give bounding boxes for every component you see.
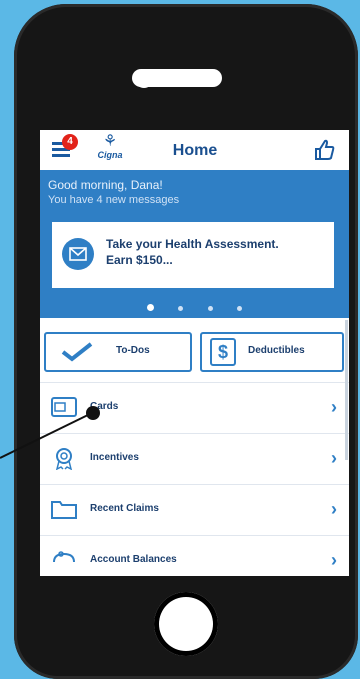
promo-line-1: Take your Health Assessment. bbox=[106, 237, 279, 251]
phone-sensor bbox=[136, 74, 152, 88]
messages-link[interactable]: You have 4 new messages bbox=[48, 194, 179, 206]
card-icon bbox=[51, 397, 77, 417]
quick-actions: To-Dos $ Deductibles bbox=[40, 326, 349, 376]
welcome-banner: Good morning, Dana! You have 4 new messa… bbox=[40, 170, 349, 318]
check-icon bbox=[61, 342, 93, 362]
app-screen: 4 ⚘ Cigna Home Good morning, Dana! You h… bbox=[40, 130, 349, 576]
scrollbar[interactable] bbox=[345, 320, 348, 460]
chevron-right-icon: › bbox=[331, 550, 337, 570]
list-item-label: Incentives bbox=[90, 452, 139, 463]
list-item-label: Cards bbox=[90, 401, 119, 412]
thumbs-up-icon[interactable] bbox=[313, 138, 335, 162]
cigna-logo: ⚘ Cigna bbox=[92, 134, 128, 166]
list-item-label: Recent Claims bbox=[90, 503, 159, 514]
folder-icon bbox=[51, 501, 77, 519]
ribbon-icon bbox=[55, 448, 73, 470]
menu-list: Cards › Incentives › Recent Claims › Acc… bbox=[40, 382, 349, 576]
list-item-account-balances[interactable]: Account Balances › bbox=[40, 535, 349, 576]
dollar-icon: $ bbox=[210, 338, 236, 366]
chevron-right-icon: › bbox=[331, 397, 337, 417]
deductibles-button[interactable]: $ Deductibles bbox=[200, 332, 344, 372]
todos-button[interactable]: To-Dos bbox=[44, 332, 192, 372]
promo-text: Take your Health Assessment. Earn $150..… bbox=[106, 236, 326, 268]
piggy-icon bbox=[53, 551, 75, 563]
list-item-label: Account Balances bbox=[90, 554, 177, 565]
todos-label: To-Dos bbox=[116, 345, 150, 356]
top-bar: 4 ⚘ Cigna Home bbox=[40, 130, 349, 170]
phone-frame: 4 ⚘ Cigna Home Good morning, Dana! You h… bbox=[14, 4, 358, 679]
notification-badge: 4 bbox=[62, 134, 78, 150]
deductibles-label: Deductibles bbox=[248, 345, 305, 356]
carousel-dot[interactable] bbox=[146, 304, 154, 311]
page-title: Home bbox=[172, 142, 218, 159]
home-button[interactable] bbox=[154, 592, 218, 656]
greeting-text: Good morning, Dana! bbox=[48, 178, 163, 192]
chevron-right-icon: › bbox=[331, 448, 337, 468]
promo-line-2: Earn $150... bbox=[106, 253, 173, 267]
carousel-dot[interactable] bbox=[207, 306, 213, 311]
tree-icon: ⚘ bbox=[102, 133, 118, 150]
brand-name: Cigna bbox=[97, 150, 123, 160]
chevron-right-icon: › bbox=[331, 499, 337, 519]
carousel-dot[interactable] bbox=[178, 306, 184, 311]
carousel-dots[interactable] bbox=[40, 298, 349, 311]
list-item-recent-claims[interactable]: Recent Claims › bbox=[40, 484, 349, 535]
promo-card[interactable]: Take your Health Assessment. Earn $150..… bbox=[52, 222, 334, 288]
list-item-cards[interactable]: Cards › bbox=[40, 382, 349, 433]
list-item-incentives[interactable]: Incentives › bbox=[40, 433, 349, 484]
mail-icon bbox=[62, 238, 94, 270]
carousel-dot[interactable] bbox=[237, 306, 243, 311]
